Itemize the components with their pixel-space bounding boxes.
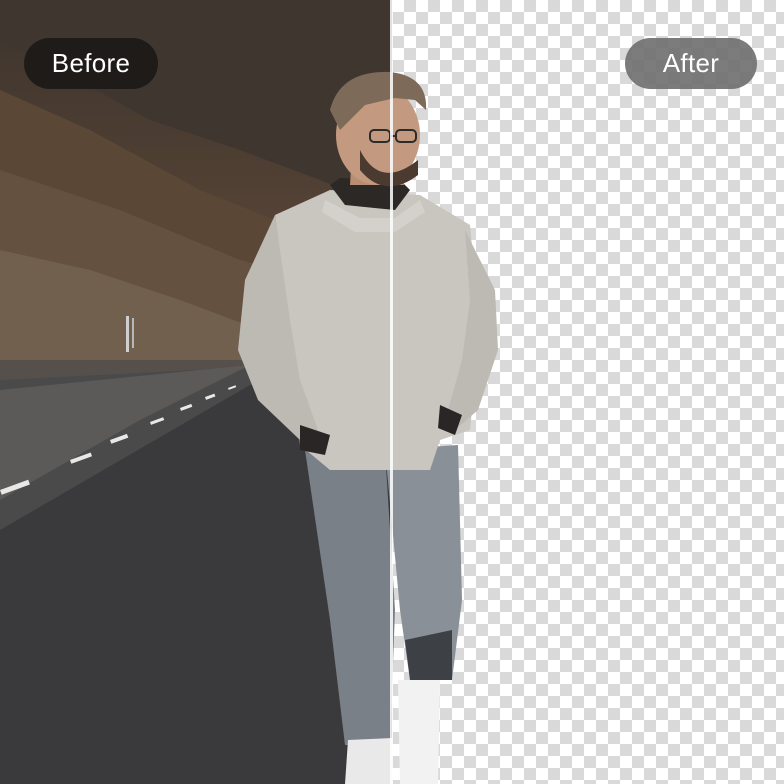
after-label: After	[625, 38, 757, 89]
comparison-divider-handle[interactable]	[390, 0, 393, 784]
before-after-comparison[interactable]: Before After	[0, 0, 784, 784]
before-label: Before	[24, 38, 158, 89]
